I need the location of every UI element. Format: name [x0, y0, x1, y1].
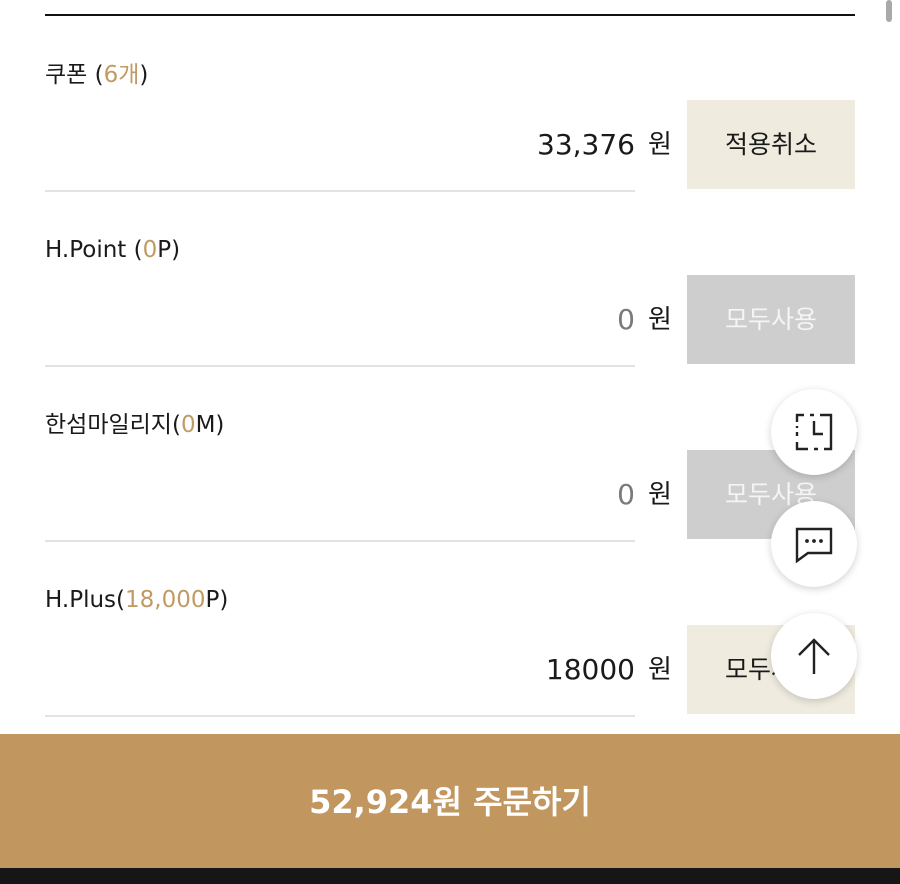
mileage-amount-field[interactable]: 0	[45, 450, 635, 542]
hplus-amount: 18000	[545, 653, 635, 686]
scroll-top-button[interactable]	[771, 613, 857, 699]
hpoint-unit: 원	[648, 305, 672, 335]
hpoint-use-all-button[interactable]: 모두사용	[687, 275, 855, 364]
mileage-unit: 원	[648, 480, 672, 510]
coupon-label: 쿠폰 (6개)	[45, 62, 149, 88]
arrow-up-icon	[798, 638, 830, 674]
hplus-amount-field[interactable]: 18000	[45, 625, 635, 717]
order-button[interactable]: 52,924원 주문하기	[0, 734, 900, 868]
coupon-cancel-button[interactable]: 적용취소	[687, 100, 855, 189]
coupon-amount: 33,376	[537, 128, 635, 161]
hplus-count: 18,000	[125, 587, 206, 613]
hpoint-section: H.Point (0P) 0 원 모두사용	[45, 235, 855, 385]
coupon-amount-field[interactable]: 33,376	[45, 100, 635, 192]
hplus-unit: 원	[648, 655, 672, 685]
hpoint-amount: 0	[617, 303, 635, 336]
mileage-count: 0	[180, 412, 196, 438]
hpoint-label: H.Point (0P)	[45, 237, 181, 263]
recent-view-button[interactable]	[771, 389, 857, 475]
hplus-section: H.Plus(18,000P) 18000 원 모두사용	[45, 585, 855, 735]
mileage-label: 한섬마일리지(0M)	[45, 412, 225, 438]
coupon-unit: 원	[648, 130, 672, 160]
hpoint-amount-field[interactable]: 0	[45, 275, 635, 367]
hpoint-count: 0	[142, 237, 158, 263]
mileage-amount: 0	[617, 478, 635, 511]
bottom-strip	[0, 868, 900, 884]
chat-icon	[795, 527, 833, 564]
hplus-label: H.Plus(18,000P)	[45, 587, 229, 613]
recent-view-icon	[795, 413, 833, 451]
coupon-section: 쿠폰 (6개) 33,376 원 적용취소	[45, 60, 855, 210]
coupon-count: 6개	[103, 62, 140, 88]
top-divider	[45, 14, 855, 16]
mileage-section: 한섬마일리지(0M) 0 원 모두사용	[45, 410, 855, 560]
scrollbar-thumb[interactable]	[886, 0, 892, 22]
chat-button[interactable]	[771, 501, 857, 587]
